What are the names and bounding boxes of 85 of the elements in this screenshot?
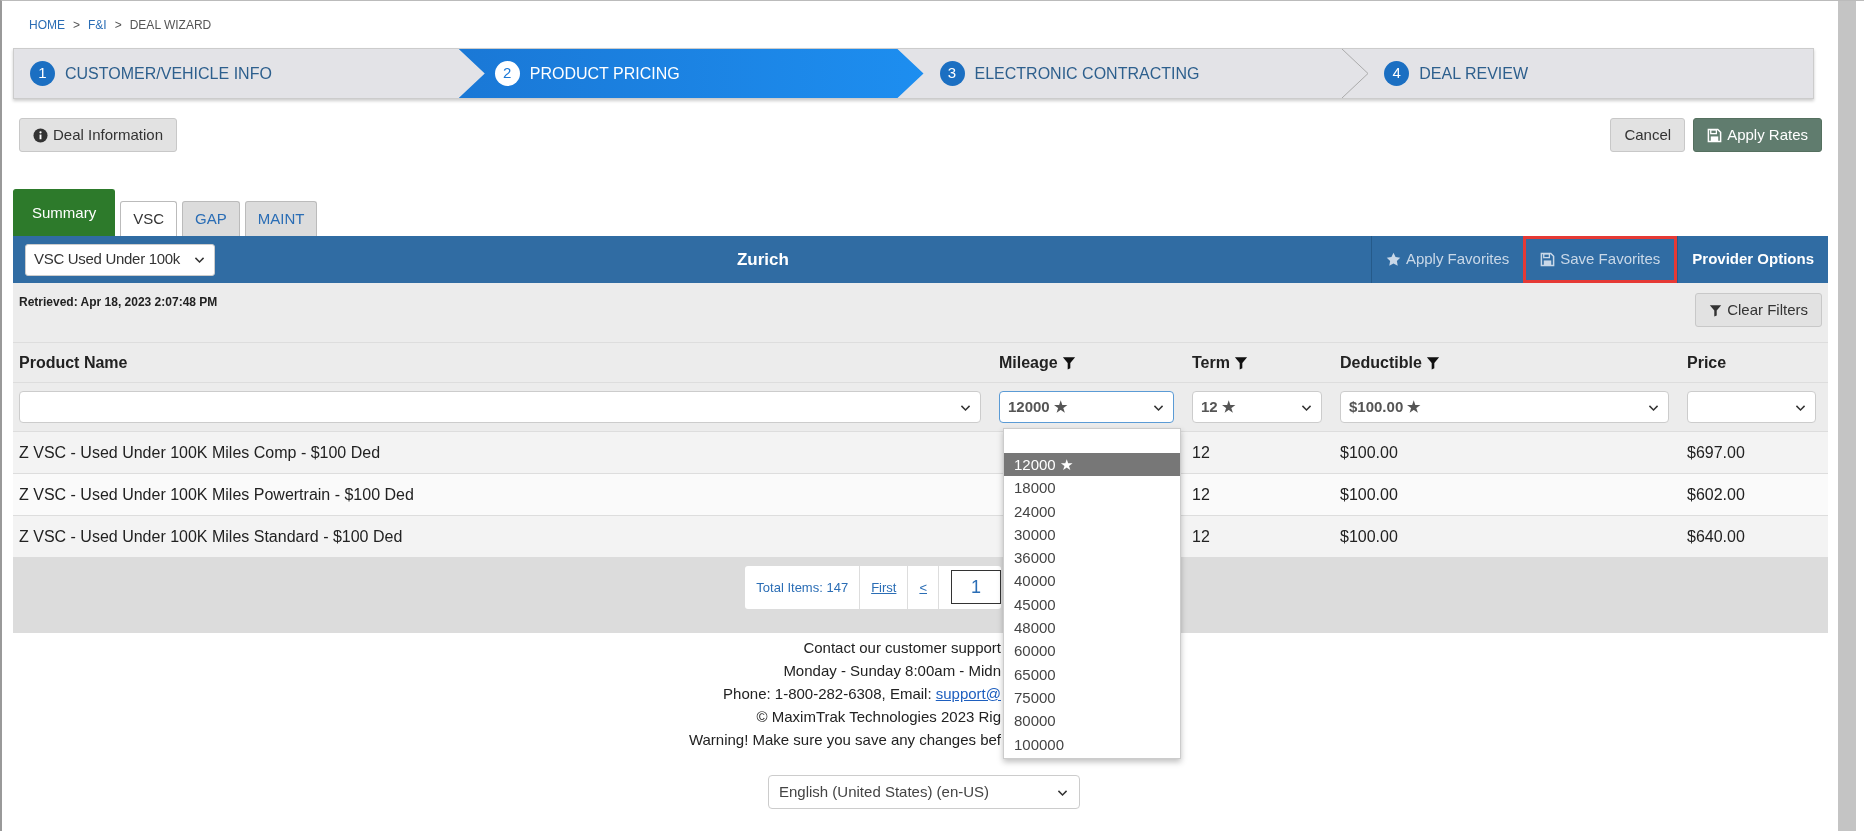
first-page-link[interactable]: First <box>860 566 909 609</box>
footer-text: Monday - Sunday 8:00am - Midn <box>783 661 1001 681</box>
tab[interactable]: MAINT <box>244 200 318 236</box>
dropdown-option[interactable]: 40000 <box>1004 569 1180 593</box>
tab[interactable]: GAP <box>182 200 240 236</box>
previous-page-link[interactable]: < <box>908 566 939 609</box>
language-select[interactable]: English (United States) (en-US) <box>768 775 1080 809</box>
table-cell-text: $602.00 <box>1686 484 1746 505</box>
dropdown-option[interactable]: 60000 <box>1004 639 1180 663</box>
filter-select[interactable] <box>19 391 981 423</box>
table-cell-text: Z VSC - Used Under 100K Miles Powertrain - $100 Ded <box>18 484 415 505</box>
table-cell-text: $697.00 <box>1686 442 1746 463</box>
breadcrumb-separator: > <box>73 16 80 34</box>
total-items-label: Total Items: 147 <box>745 566 861 609</box>
dropdown-option[interactable]: 36000 <box>1004 546 1180 570</box>
table-cell-text: $100.00 <box>1339 442 1399 463</box>
breadcrumb-separator: > <box>114 16 122 34</box>
step-label: PRODUCT PRICING <box>529 63 680 84</box>
breadcrumb-current: DEAL WIZARD <box>129 16 212 34</box>
table-cell-text: 12 <box>1191 484 1211 505</box>
save-icon <box>1540 252 1556 267</box>
footer-text: Contact our customer support <box>803 638 1001 658</box>
dropdown-option[interactable]: 45000 <box>1004 592 1180 617</box>
dropdown-option[interactable]: 24000 <box>1004 499 1180 523</box>
filter-icon <box>1233 355 1248 370</box>
wizard-step[interactable]: 2 PRODUCT PRICING <box>458 49 924 98</box>
star-icon <box>1385 252 1401 267</box>
step-number: 1 <box>30 61 55 86</box>
filter-select[interactable]: $100.00 ★ <box>1340 391 1669 423</box>
dropdown-option[interactable]: 30000 <box>1004 522 1180 547</box>
breadcrumb-link[interactable]: F&I <box>88 15 107 34</box>
program-select[interactable]: VSC Used Under 100k <box>25 243 215 276</box>
step-label: DEAL REVIEW <box>1419 63 1528 84</box>
save-icon <box>1707 127 1723 143</box>
table-cell-text: $100.00 <box>1339 484 1399 505</box>
column-header[interactable]: Price <box>1687 350 1727 375</box>
table-cell-text: 12 <box>1191 526 1211 547</box>
dropdown-option[interactable]: 100000 <box>1004 732 1180 756</box>
footer-text: Warning! Make sure you save any changes bef <box>688 730 1001 750</box>
table-cell-text: Z VSC - Used Under 100K Miles Standard - $100 Ded <box>18 526 404 547</box>
column-header[interactable]: Product Name <box>19 350 128 375</box>
footer-text: © MaximTrak Technologies 2023 Rig <box>756 707 1001 727</box>
clear-filters-button[interactable]: Clear Filters <box>1695 293 1822 327</box>
tab[interactable]: Summary <box>13 188 116 236</box>
filter-select[interactable]: 12 ★ <box>1192 391 1322 423</box>
wizard-step[interactable]: 1 CUSTOMER/VEHICLE INFO <box>14 49 459 98</box>
apply-rates-button[interactable]: Apply Rates <box>1693 118 1822 152</box>
info-icon <box>33 127 48 143</box>
tab[interactable]: VSC <box>120 200 178 236</box>
retrieved-timestamp: Retrieved: Apr 18, 2023 2:07:48 PM <box>19 294 218 311</box>
column-header[interactable]: Deductible <box>1340 350 1422 375</box>
step-number: 3 <box>939 61 965 86</box>
step-label: CUSTOMER/VEHICLE INFO <box>65 63 272 84</box>
dropdown-option[interactable]: 12000 ★ <box>1004 453 1180 477</box>
dropdown-option[interactable]: 65000 <box>1004 662 1180 686</box>
save-favorites-button[interactable]: Save Favorites <box>1523 236 1678 283</box>
column-header[interactable]: Term <box>1192 350 1230 375</box>
dropdown-option[interactable]: 80000 <box>1004 709 1180 733</box>
wizard-step[interactable]: 3 ELECTRONIC CONTRACTING <box>923 49 1369 98</box>
filter-icon <box>1425 355 1440 370</box>
provider-name: Zurich <box>735 248 790 271</box>
dropdown-option[interactable]: 18000 <box>1004 476 1180 500</box>
filter-icon <box>1709 303 1723 317</box>
step-number: 4 <box>1384 61 1410 86</box>
filter-select[interactable]: 12000 ★ <box>999 391 1174 423</box>
footer-text: Phone: 1-800-282-6308, Email: support@ <box>723 684 1001 704</box>
step-label: ELECTRONIC CONTRACTING <box>974 63 1200 84</box>
column-header[interactable]: Mileage <box>999 350 1058 375</box>
page-number-input[interactable]: 1 <box>951 570 1001 604</box>
filter-icon <box>1061 355 1076 370</box>
scrollbar[interactable] <box>1838 1 1856 831</box>
step-number: 2 <box>494 61 520 86</box>
filter-select[interactable] <box>1687 391 1816 423</box>
table-cell-text: Z VSC - Used Under 100K Miles Comp - $100 Ded <box>18 442 382 463</box>
email-link[interactable]: support@ <box>935 685 1001 702</box>
table-cell-text: $100.00 <box>1339 526 1399 547</box>
wizard-step[interactable]: 4 DEAL REVIEW <box>1368 49 1813 98</box>
table-cell-text: $640.00 <box>1686 526 1746 547</box>
table-cell-text: 12 <box>1191 442 1211 463</box>
breadcrumb-link[interactable]: HOME <box>29 15 65 34</box>
cancel-button[interactable]: Cancel <box>1610 118 1686 152</box>
dropdown-option[interactable]: 48000 <box>1004 616 1180 640</box>
deal-information-button[interactable]: Deal Information <box>19 118 178 152</box>
dropdown-option[interactable]: 75000 <box>1004 685 1180 710</box>
step-divider <box>1342 49 1369 98</box>
